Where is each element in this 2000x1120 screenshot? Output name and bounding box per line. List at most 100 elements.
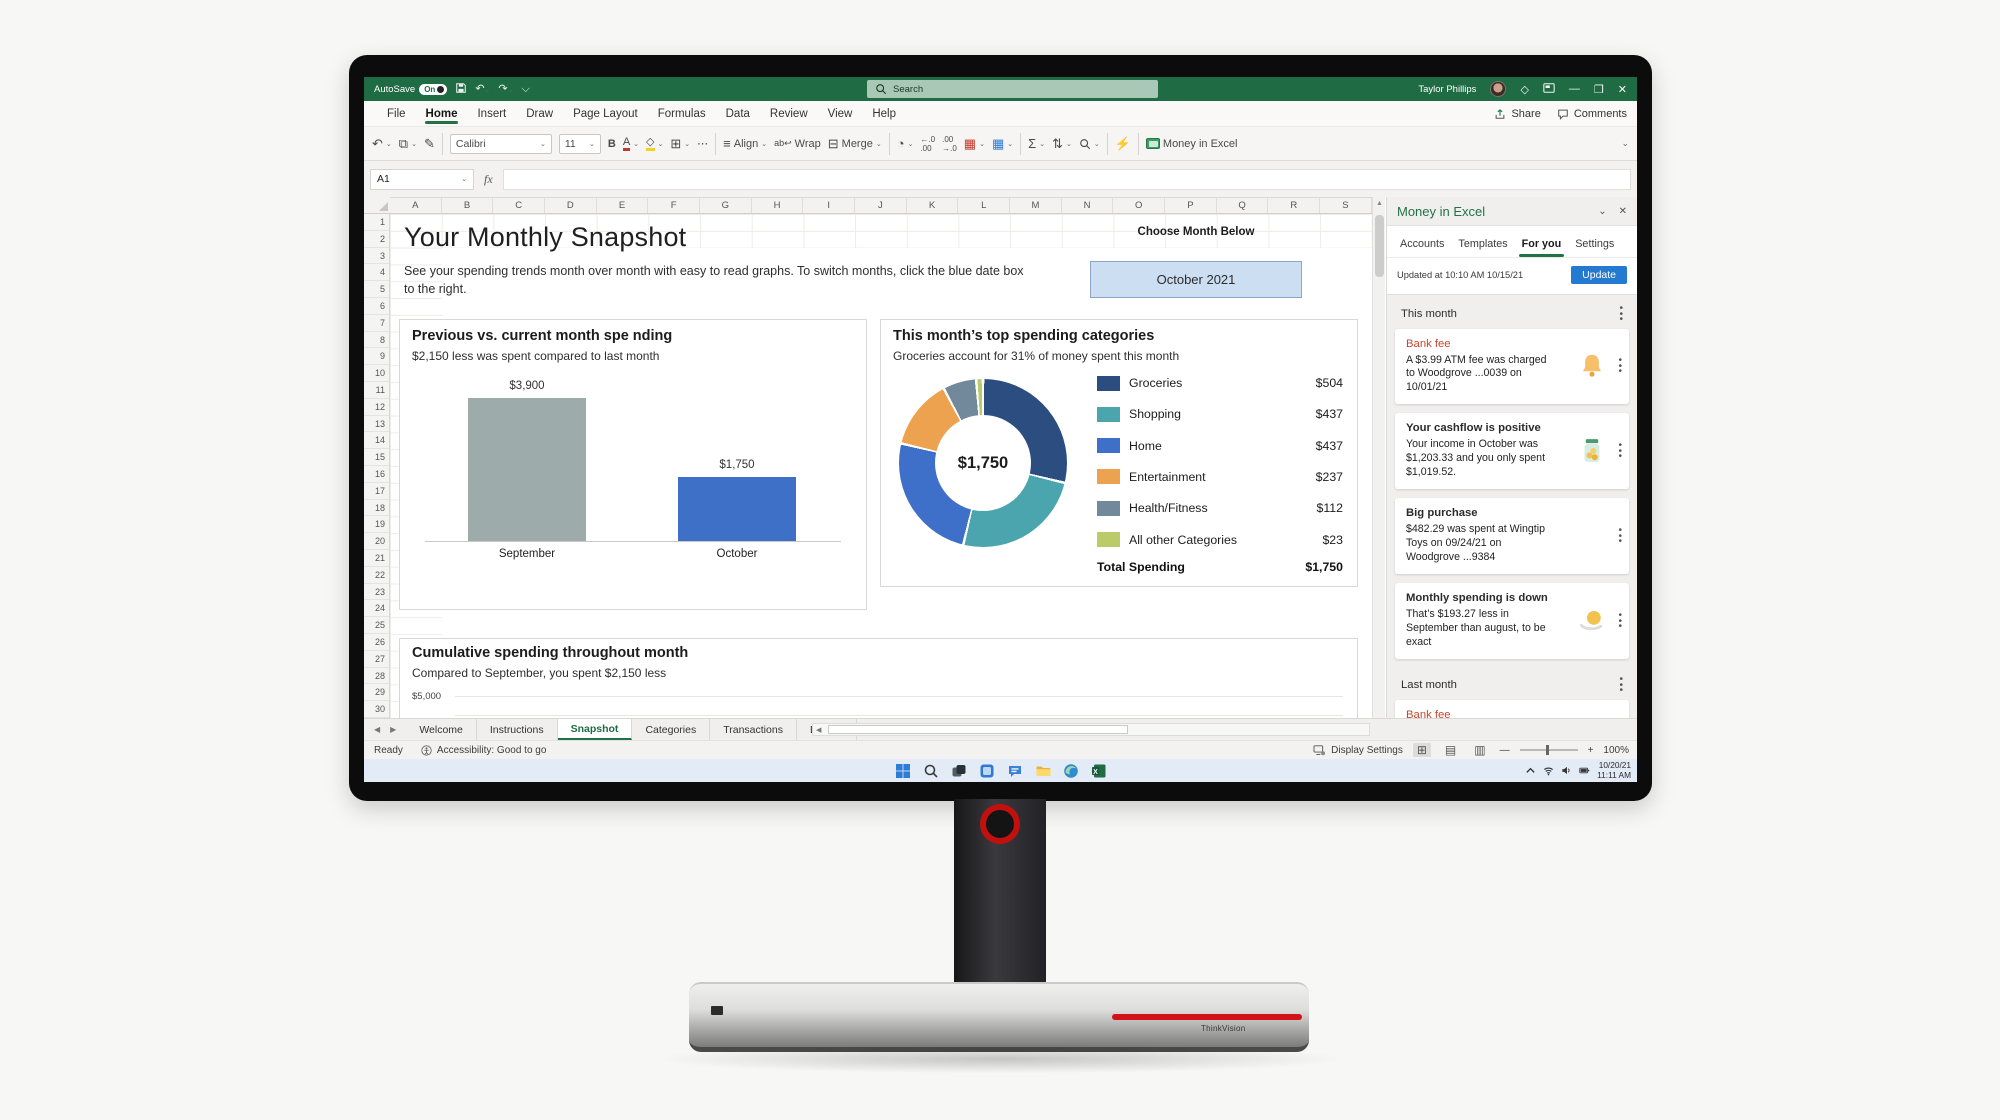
column-header-O[interactable]: O: [1113, 198, 1165, 213]
column-header-G[interactable]: G: [700, 198, 752, 213]
save-icon[interactable]: [455, 82, 467, 97]
row-header-11[interactable]: 11: [364, 382, 389, 399]
row-header-15[interactable]: 15: [364, 449, 389, 466]
column-header-K[interactable]: K: [907, 198, 959, 213]
widgets-icon[interactable]: [979, 763, 995, 779]
page-layout-view-button[interactable]: ▤: [1441, 743, 1460, 757]
scroll-left-icon[interactable]: ◀: [813, 726, 824, 734]
row-header-9[interactable]: 9: [364, 348, 389, 365]
zoom-level[interactable]: 100%: [1603, 745, 1629, 756]
panel-tab-templates[interactable]: Templates: [1453, 236, 1512, 257]
sheet-nav-left-icon[interactable]: ◀: [374, 725, 380, 734]
panel-tab-for-you[interactable]: For you: [1517, 236, 1567, 257]
redo-icon[interactable]: ↷⌄: [498, 84, 513, 95]
formula-input[interactable]: [503, 169, 1631, 190]
row-header-13[interactable]: 13: [364, 416, 389, 433]
tab-draw[interactable]: Draw: [517, 104, 562, 123]
user-name[interactable]: Taylor Phillips: [1418, 84, 1476, 95]
bold-button[interactable]: B: [608, 138, 616, 150]
row-header-30[interactable]: 30: [364, 701, 389, 718]
month-date-box[interactable]: October 2021: [1090, 261, 1302, 298]
sheet-tab-transactions[interactable]: Transactions: [710, 719, 797, 740]
row-header-1[interactable]: 1: [364, 214, 389, 231]
sheet-tab-welcome[interactable]: Welcome: [406, 719, 477, 740]
row-header-14[interactable]: 14: [364, 432, 389, 449]
row-header-8[interactable]: 8: [364, 332, 389, 349]
format-as-table-button[interactable]: ▦⌄: [992, 136, 1013, 152]
zoom-out-button[interactable]: —: [1500, 745, 1510, 756]
tab-review[interactable]: Review: [761, 104, 817, 123]
row-header-28[interactable]: 28: [364, 668, 389, 685]
row-header-17[interactable]: 17: [364, 483, 389, 500]
row-header-21[interactable]: 21: [364, 550, 389, 567]
tab-view[interactable]: View: [819, 104, 862, 123]
column-header-Q[interactable]: Q: [1217, 198, 1269, 213]
row-header-4[interactable]: 4: [364, 264, 389, 281]
collapse-ribbon-icon[interactable]: ⌄: [1621, 138, 1629, 149]
tab-page-layout[interactable]: Page Layout: [564, 104, 647, 123]
row-header-3[interactable]: 3: [364, 248, 389, 265]
column-header-P[interactable]: P: [1165, 198, 1217, 213]
column-header-N[interactable]: N: [1062, 198, 1114, 213]
tab-help[interactable]: Help: [863, 104, 905, 123]
tab-insert[interactable]: Insert: [468, 104, 515, 123]
start-icon[interactable]: [895, 763, 911, 779]
more-formatting-button[interactable]: ⋯: [697, 137, 708, 150]
section-kebab-icon[interactable]: •••: [1619, 677, 1623, 694]
font-name-select[interactable]: Calibri⌄: [450, 134, 552, 154]
h-scrollbar-thumb[interactable]: [828, 725, 1128, 734]
battery-icon[interactable]: [1579, 765, 1590, 776]
money-in-excel-button[interactable]: Money in Excel: [1146, 138, 1238, 150]
column-header-F[interactable]: F: [648, 198, 700, 213]
tab-home[interactable]: Home: [417, 104, 467, 123]
minimize-button[interactable]: —: [1569, 83, 1580, 95]
undo-button[interactable]: ↶⌄: [372, 136, 392, 152]
sheet-tab-instructions[interactable]: Instructions: [477, 719, 558, 740]
zoom-in-button[interactable]: +: [1588, 745, 1594, 756]
avatar[interactable]: [1490, 81, 1506, 97]
card-kebab-icon[interactable]: •••: [1618, 443, 1622, 460]
scrollbar-thumb[interactable]: [1375, 215, 1384, 277]
insight-card[interactable]: Bank feeA $3.99 ATM fee was charged to W…: [1395, 700, 1629, 718]
row-header-25[interactable]: 25: [364, 617, 389, 634]
sort-filter-button[interactable]: ⇅⌄: [1052, 136, 1072, 152]
task-view-icon[interactable]: [951, 763, 967, 779]
row-header-6[interactable]: 6: [364, 298, 389, 315]
row-header-24[interactable]: 24: [364, 600, 389, 617]
column-header-S[interactable]: S: [1320, 198, 1372, 213]
card-kebab-icon[interactable]: •••: [1618, 528, 1622, 545]
tray-chevron-up-icon[interactable]: [1525, 765, 1536, 776]
panel-close-icon[interactable]: ✕: [1619, 206, 1627, 217]
panel-tab-settings[interactable]: Settings: [1570, 236, 1619, 257]
panel-tab-accounts[interactable]: Accounts: [1395, 236, 1449, 257]
row-header-27[interactable]: 27: [364, 651, 389, 668]
search-box[interactable]: Search: [867, 80, 1158, 98]
column-header-A[interactable]: A: [390, 198, 442, 213]
volume-icon[interactable]: [1561, 765, 1572, 776]
number-format-button[interactable]: ◔⌄: [897, 136, 914, 151]
restore-button[interactable]: ❐: [1594, 83, 1604, 96]
sheet-tab-snapshot[interactable]: Snapshot: [558, 719, 633, 740]
row-header-22[interactable]: 22: [364, 567, 389, 584]
fill-color-button[interactable]: ◇⌄: [646, 137, 663, 151]
column-header-H[interactable]: H: [752, 198, 804, 213]
select-all-corner[interactable]: [364, 197, 390, 214]
insight-card[interactable]: Bank feeA $3.99 ATM fee was charged to W…: [1395, 329, 1629, 405]
sheet-canvas[interactable]: Your Monthly Snapshot See your spending …: [390, 214, 1372, 718]
align-button[interactable]: ≡Align⌄: [723, 136, 767, 151]
format-painter-button[interactable]: ✎: [424, 136, 435, 152]
column-header-L[interactable]: L: [958, 198, 1010, 213]
column-header-D[interactable]: D: [545, 198, 597, 213]
display-settings-button[interactable]: Display Settings: [1313, 745, 1403, 756]
decrease-decimal-button[interactable]: .00→.0: [942, 135, 957, 153]
vertical-scrollbar[interactable]: ▲: [1372, 197, 1385, 718]
scroll-up-icon[interactable]: ▲: [1376, 200, 1383, 207]
share-button[interactable]: Share: [1494, 108, 1540, 120]
section-kebab-icon[interactable]: •••: [1619, 306, 1623, 323]
clock[interactable]: 10/20/21 11:11 AM: [1597, 761, 1631, 780]
row-header-7[interactable]: 7: [364, 315, 389, 332]
column-header-E[interactable]: E: [597, 198, 649, 213]
row-header-16[interactable]: 16: [364, 466, 389, 483]
tab-data[interactable]: Data: [717, 104, 759, 123]
insight-card[interactable]: Monthly spending is downThat’s $193.27 l…: [1395, 583, 1629, 659]
